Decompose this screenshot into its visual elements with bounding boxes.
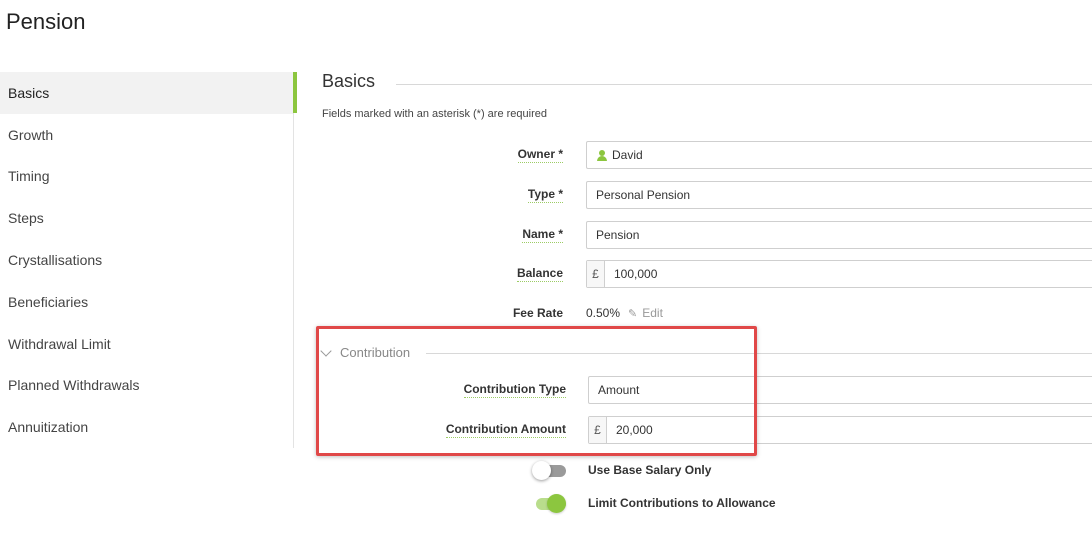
contribution-type-row: Contribution Type Amount xyxy=(296,376,1092,404)
contribution-amount-input[interactable]: £ 20,000 xyxy=(588,416,1092,444)
base-salary-label: Use Base Salary Only xyxy=(588,463,712,477)
contribution-amount-label: Contribution Amount xyxy=(445,422,566,438)
contribution-type-value: Amount xyxy=(598,383,640,397)
required-note: Fields marked with an asterisk (*) are r… xyxy=(322,108,547,120)
owner-value: David xyxy=(612,148,643,162)
person-icon xyxy=(597,149,607,161)
name-value: Pension xyxy=(596,228,640,242)
sidebar-item-label: Planned Withdrawals xyxy=(8,377,140,394)
type-value: Personal Pension xyxy=(596,188,691,202)
page-title: Pension xyxy=(6,9,86,34)
name-row: Name * Pension xyxy=(296,221,1092,249)
limit-allowance-toggle[interactable] xyxy=(532,494,566,513)
pencil-icon[interactable]: ✎ xyxy=(628,307,637,320)
fee-rate-display: 0.50% ✎ Edit xyxy=(586,306,663,320)
contribution-amount-value: 20,000 xyxy=(616,423,653,437)
sidebar-item-label: Crystallisations xyxy=(8,252,103,269)
sidebar-item-label: Growth xyxy=(8,126,54,143)
sidebar-item-annuitization[interactable]: Annuitization xyxy=(0,406,293,448)
contribution-title: Contribution xyxy=(340,345,411,360)
contribution-type-label: Contribution Type xyxy=(463,382,566,398)
currency-symbol: £ xyxy=(589,417,607,443)
toggle-knob xyxy=(547,494,566,513)
toggle-knob xyxy=(532,461,551,480)
contribution-header[interactable]: Contribution xyxy=(320,344,411,360)
type-row: Type * Personal Pension xyxy=(296,181,1092,209)
limit-allowance-toggle-row: Limit Contributions to Allowance xyxy=(532,492,776,514)
sidebar-item-basics[interactable]: Basics xyxy=(0,72,297,114)
contribution-divider xyxy=(426,353,1092,354)
name-label: Name * xyxy=(522,227,563,243)
sidebar-item-label: Beneficiaries xyxy=(8,293,89,310)
owner-label: Owner * xyxy=(517,147,563,163)
fee-rate-edit-link[interactable]: Edit xyxy=(642,306,663,320)
owner-select[interactable]: David xyxy=(586,141,1092,169)
balance-label: Balance xyxy=(516,266,563,282)
sidebar-item-growth[interactable]: Growth xyxy=(0,114,293,156)
sidebar-item-timing[interactable]: Timing xyxy=(0,156,293,198)
balance-value: 100,000 xyxy=(614,267,658,281)
sidebar-item-crystallisations[interactable]: Crystallisations xyxy=(0,239,293,281)
sidebar-item-label: Annuitization xyxy=(8,419,89,436)
name-input[interactable]: Pension xyxy=(586,221,1092,249)
fee-rate-row: Fee Rate 0.50% ✎ Edit xyxy=(296,299,1092,327)
fee-rate-value: 0.50% xyxy=(586,306,621,320)
limit-allowance-label: Limit Contributions to Allowance xyxy=(588,496,776,510)
sidebar-item-label: Timing xyxy=(8,168,50,185)
sidebar-item-planned-withdrawals[interactable]: Planned Withdrawals xyxy=(0,365,293,407)
sidebar-item-beneficiaries[interactable]: Beneficiaries xyxy=(0,281,293,323)
base-salary-toggle[interactable] xyxy=(532,461,566,480)
contribution-amount-row: Contribution Amount £ 20,000 xyxy=(296,416,1092,444)
section-title: Basics xyxy=(322,71,376,91)
type-label: Type * xyxy=(527,187,563,203)
balance-row: Balance £ 100,000 xyxy=(296,260,1092,288)
owner-row: Owner * David xyxy=(296,141,1092,169)
fee-rate-label: Fee Rate xyxy=(512,305,563,320)
section-divider xyxy=(396,84,1092,85)
sidebar-item-label: Steps xyxy=(8,210,44,227)
type-select[interactable]: Personal Pension xyxy=(586,181,1092,209)
sidebar-item-label: Basics xyxy=(8,84,50,101)
sidebar-item-steps[interactable]: Steps xyxy=(0,197,293,239)
chevron-down-icon xyxy=(320,344,332,357)
contribution-type-select[interactable]: Amount xyxy=(588,376,1092,404)
currency-symbol: £ xyxy=(587,261,605,287)
sidebar-item-label: Withdrawal Limit xyxy=(8,335,111,352)
sidebar-item-withdrawal-limit[interactable]: Withdrawal Limit xyxy=(0,323,293,365)
base-salary-toggle-row: Use Base Salary Only xyxy=(532,459,711,481)
balance-input[interactable]: £ 100,000 xyxy=(586,260,1092,288)
sidebar: Basics Growth Timing Steps Crystallisati… xyxy=(0,72,297,448)
